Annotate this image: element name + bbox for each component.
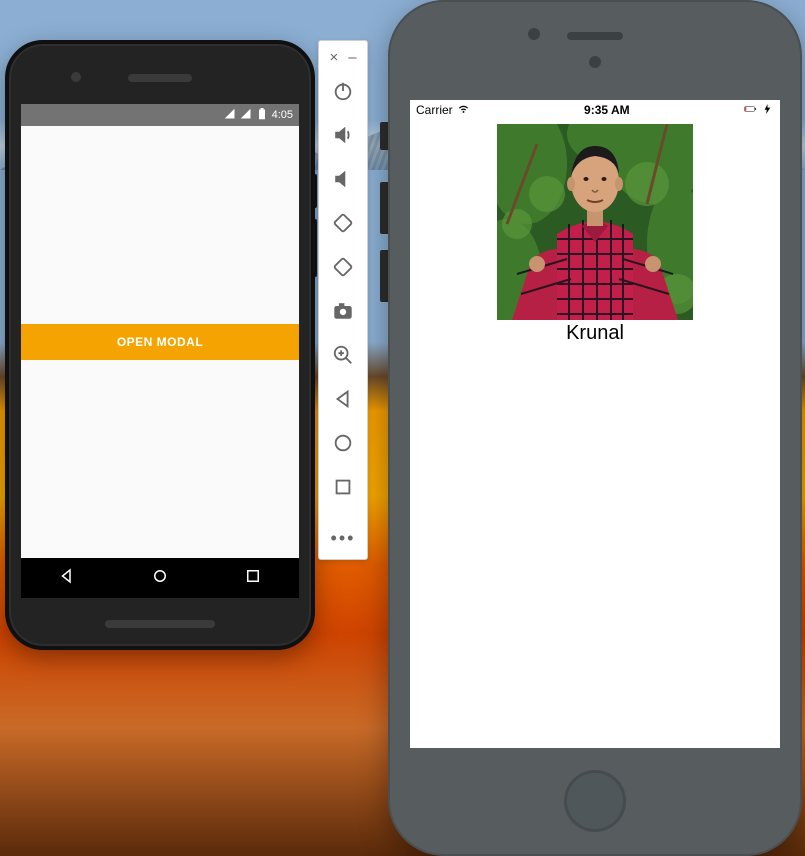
android-phone-frame: 4:05 OPEN MODAL (5, 40, 315, 650)
android-nav-bar (21, 558, 299, 598)
nav-back-icon[interactable] (58, 567, 76, 590)
home-button[interactable] (323, 423, 363, 463)
android-volume-button (313, 219, 317, 277)
nav-home-icon[interactable] (151, 567, 169, 590)
profile-photo (497, 124, 693, 320)
volume-down-button[interactable] (323, 159, 363, 199)
battery-icon (744, 103, 757, 117)
iphone-front-camera (528, 28, 540, 40)
close-icon[interactable]: × (329, 50, 338, 65)
status-time: 4:05 (272, 109, 293, 121)
android-earpiece (128, 74, 192, 82)
android-front-camera (71, 72, 81, 82)
emulator-toolbar: × – ••• (318, 40, 368, 560)
iphone-app-body: Krunal (410, 120, 780, 345)
android-bottom-speaker (105, 620, 215, 628)
android-power-button (313, 174, 317, 208)
open-modal-button[interactable]: OPEN MODAL (21, 324, 299, 360)
signal-icon (224, 108, 236, 123)
iphone-earpiece (567, 32, 623, 40)
iphone-frame: Carrier 9:35 AM (388, 0, 802, 856)
iphone-screen: Carrier 9:35 AM (410, 100, 780, 748)
screenshot-button[interactable] (323, 291, 363, 331)
minimize-icon[interactable]: – (348, 50, 356, 65)
back-button[interactable] (323, 379, 363, 419)
iphone-status-bar: Carrier 9:35 AM (410, 100, 780, 120)
rotate-right-button[interactable] (323, 247, 363, 287)
iphone-sensor (589, 56, 601, 68)
more-options-icon[interactable]: ••• (331, 528, 356, 549)
android-app-body: OPEN MODAL (21, 126, 299, 558)
rotate-left-button[interactable] (323, 203, 363, 243)
android-screen: 4:05 OPEN MODAL (21, 104, 299, 558)
overview-button[interactable] (323, 467, 363, 507)
status-time: 9:35 AM (584, 103, 630, 117)
signal-icon (240, 108, 252, 123)
wifi-icon (457, 103, 470, 117)
volume-up-button[interactable] (323, 115, 363, 155)
toolbar-window-controls: × – (319, 47, 367, 67)
charging-icon (761, 103, 774, 117)
iphone-home-button[interactable] (564, 770, 626, 832)
zoom-button[interactable] (323, 335, 363, 375)
carrier-label: Carrier (416, 103, 453, 117)
battery-icon (256, 108, 268, 123)
profile-name: Krunal (566, 322, 624, 345)
android-status-bar: 4:05 (21, 104, 299, 126)
nav-recents-icon[interactable] (244, 567, 262, 590)
power-button[interactable] (323, 71, 363, 111)
